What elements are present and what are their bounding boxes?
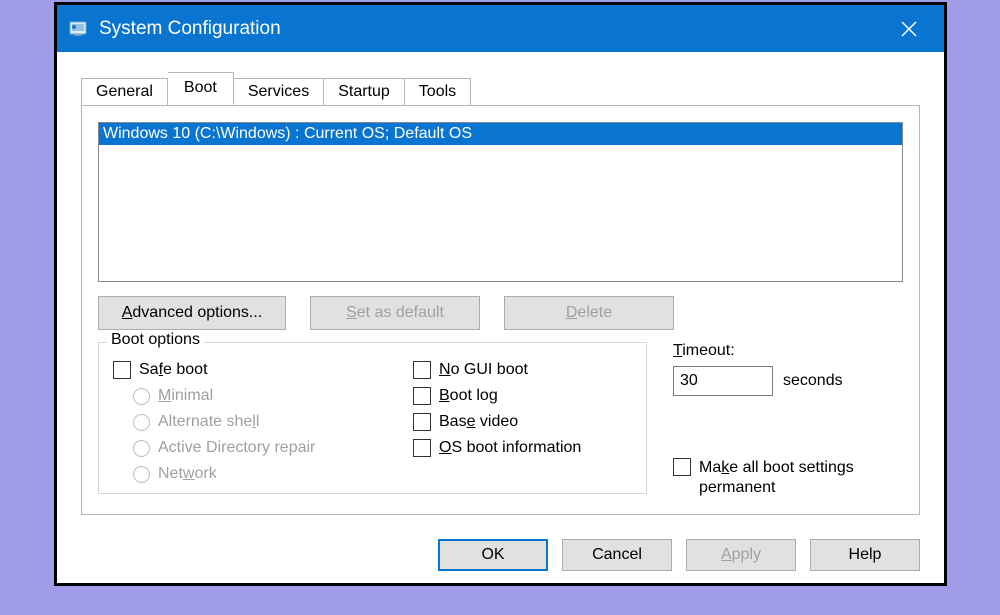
- tab-startup[interactable]: Startup: [324, 78, 405, 106]
- checkbox-icon: [113, 361, 131, 379]
- timeout-panel: Timeout: seconds Make all boot settings …: [673, 342, 903, 498]
- boot-options-legend: Boot options: [107, 331, 204, 349]
- no-gui-boot-checkbox[interactable]: No GUI boot: [413, 361, 581, 379]
- tab-strip: General Boot Services Startup Tools: [81, 72, 920, 105]
- radio-icon: [133, 388, 150, 405]
- radio-icon: [133, 414, 150, 431]
- msconfig-icon: [67, 18, 89, 40]
- delete-button: Delete: [504, 296, 674, 330]
- radio-icon: [133, 440, 150, 457]
- os-list-item[interactable]: Windows 10 (C:\Windows) : Current OS; De…: [99, 123, 902, 145]
- timeout-unit: seconds: [783, 372, 843, 390]
- os-boot-info-checkbox[interactable]: OS boot information: [413, 439, 581, 457]
- lower-panel: Boot options Safe boot Minimal: [98, 342, 903, 498]
- title-text: System Configuration: [99, 18, 884, 40]
- window: System Configuration General Boot Servic…: [54, 2, 947, 586]
- checkbox-icon: [413, 361, 431, 379]
- title-bar: System Configuration: [57, 5, 944, 52]
- checkbox-icon: [413, 387, 431, 405]
- checkbox-icon: [413, 439, 431, 457]
- checkbox-icon: [673, 458, 691, 476]
- safe-boot-adrepair-radio: Active Directory repair: [133, 439, 373, 457]
- set-as-default-button: Set as default: [310, 296, 480, 330]
- tab-panel-boot: Windows 10 (C:\Windows) : Current OS; De…: [81, 105, 920, 515]
- tab-services[interactable]: Services: [234, 78, 324, 106]
- close-button[interactable]: [884, 5, 934, 52]
- boot-log-checkbox[interactable]: Boot log: [413, 387, 581, 405]
- timeout-label: Timeout:: [673, 342, 903, 360]
- apply-button: Apply: [686, 539, 796, 571]
- make-permanent-checkbox[interactable]: Make all boot settings permanent: [673, 458, 903, 498]
- timeout-input[interactable]: [673, 366, 773, 396]
- advanced-options-button[interactable]: AAdvanced options...dvanced options...: [98, 296, 286, 330]
- checkbox-icon: [413, 413, 431, 431]
- tab-boot[interactable]: Boot: [168, 72, 234, 105]
- tab-general[interactable]: General: [81, 78, 168, 106]
- dialog-button-row: OK Cancel Apply Help: [57, 529, 944, 583]
- client-area: General Boot Services Startup Tools Wind…: [57, 52, 944, 529]
- os-button-row: AAdvanced options...dvanced options... S…: [98, 296, 903, 330]
- os-listbox[interactable]: Windows 10 (C:\Windows) : Current OS; De…: [98, 122, 903, 282]
- safe-boot-minimal-radio: Minimal: [133, 387, 373, 405]
- help-button[interactable]: Help: [810, 539, 920, 571]
- safe-boot-alternate-shell-radio: Alternate shell: [133, 413, 373, 431]
- boot-options-group: Boot options Safe boot Minimal: [98, 342, 647, 494]
- tab-tools[interactable]: Tools: [405, 78, 471, 106]
- base-video-checkbox[interactable]: Base video: [413, 413, 581, 431]
- cancel-button[interactable]: Cancel: [562, 539, 672, 571]
- ok-button[interactable]: OK: [438, 539, 548, 571]
- safe-boot-checkbox[interactable]: Safe boot: [113, 361, 373, 379]
- safe-boot-network-radio: Network: [133, 465, 373, 483]
- radio-icon: [133, 466, 150, 483]
